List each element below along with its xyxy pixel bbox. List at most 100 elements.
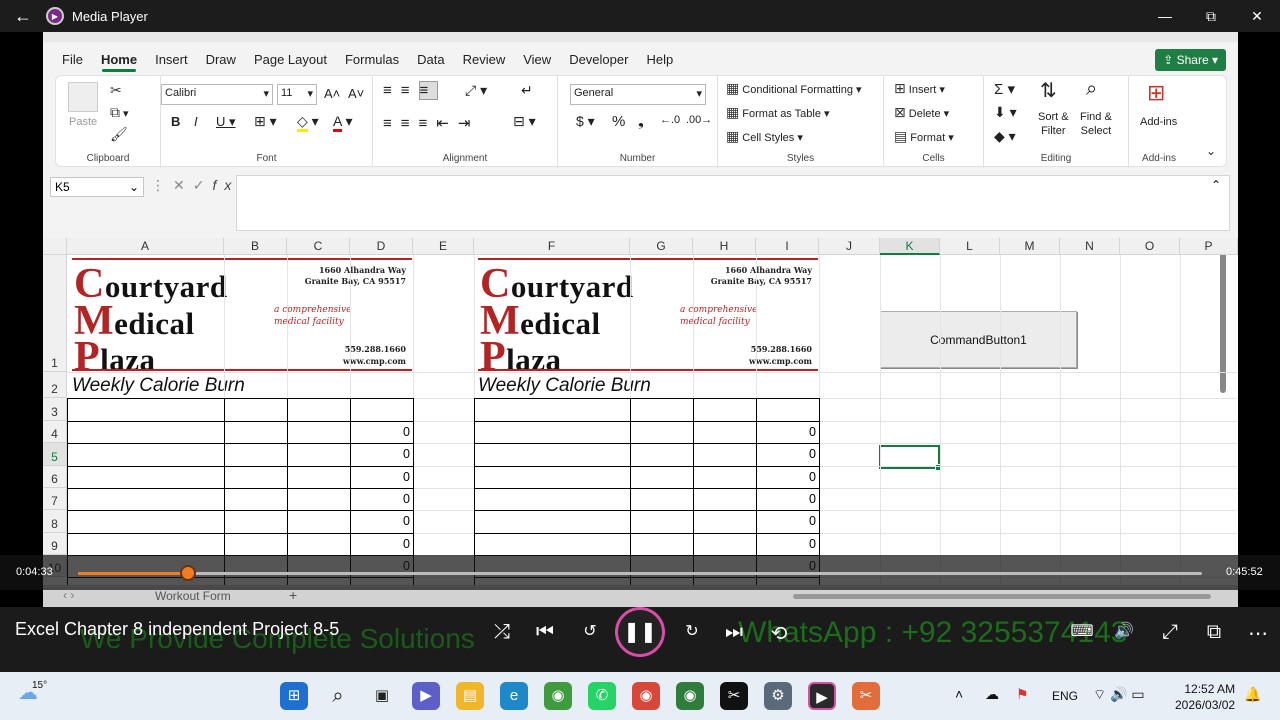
italic-icon[interactable]: I xyxy=(194,114,198,129)
sort-filter-button[interactable]: Sort & Filter xyxy=(1038,110,1069,138)
row-header-4[interactable]: 4 xyxy=(43,421,67,443)
column-header-b[interactable]: B xyxy=(224,238,287,255)
insert-cells-button[interactable]: ⊞ Insert ▾ xyxy=(894,80,945,97)
find-select-button[interactable]: Find & Select xyxy=(1080,110,1112,138)
onedrive-icon[interactable]: ☁ xyxy=(985,686,999,720)
font-size-dropdown[interactable]: 11 ▾ xyxy=(277,84,317,105)
sheet-nav-icons[interactable]: ‹ › xyxy=(63,588,74,602)
paste-icon[interactable] xyxy=(68,82,98,112)
teams-icon[interactable]: ▶ xyxy=(412,682,440,710)
shuffle-icon[interactable]: ⤮ xyxy=(488,621,516,644)
tab-file[interactable]: File xyxy=(53,46,92,74)
increase-font-icon[interactable]: A˄ xyxy=(324,86,340,101)
comma-icon[interactable]: ❟ xyxy=(638,113,644,130)
seek-track[interactable] xyxy=(78,565,1202,581)
whatsapp-icon[interactable]: ✆ xyxy=(588,682,616,710)
column-header-d[interactable]: D xyxy=(350,238,413,255)
notification-bell-icon[interactable]: 🔔 xyxy=(1244,686,1261,720)
clear-icon[interactable]: ◆ ▾ xyxy=(994,128,1016,145)
row-header-6[interactable]: 6 xyxy=(43,466,67,488)
row-header-3[interactable]: 3 xyxy=(43,398,67,421)
tab-review[interactable]: Review xyxy=(454,46,515,74)
wrap-text-icon[interactable]: ↵ xyxy=(521,82,533,99)
column-header-m[interactable]: M xyxy=(1000,238,1060,255)
security-icon[interactable]: ⚑ xyxy=(1016,686,1029,720)
weather-widget[interactable]: ☁ 15° xyxy=(18,680,47,720)
miniplayer-icon[interactable]: ⧉ xyxy=(1200,621,1228,644)
pause-button[interactable]: ❚❚ xyxy=(615,607,665,657)
cut-icon[interactable]: ✂ xyxy=(110,82,122,99)
edge-icon[interactable]: e xyxy=(500,682,528,710)
forward-30-icon[interactable]: ↻ xyxy=(678,621,706,641)
maximize-icon[interactable]: ⧉ xyxy=(1188,0,1234,32)
repeat-icon[interactable]: ⟲ xyxy=(765,621,793,646)
name-box[interactable]: K5 ⌄ xyxy=(50,177,144,197)
volume-icon[interactable]: 🔊 xyxy=(1110,621,1138,641)
merge-center-icon[interactable]: ⊟ ▾ xyxy=(513,113,536,130)
addins-button[interactable]: Add-ins xyxy=(1140,116,1177,128)
decrease-decimal-icon[interactable]: .00→ xyxy=(686,114,712,126)
fill-icon[interactable]: ⬇ ▾ xyxy=(994,104,1017,121)
autosum-icon[interactable]: Σ ▾ xyxy=(994,80,1015,98)
tab-view[interactable]: View xyxy=(514,46,560,74)
column-header-p[interactable]: P xyxy=(1180,238,1238,255)
language-indicator[interactable]: ENG xyxy=(1052,689,1078,720)
column-header-e[interactable]: E xyxy=(413,238,474,255)
media-player-taskbar-icon[interactable]: ▶ xyxy=(808,682,836,710)
bold-icon[interactable]: B xyxy=(171,114,180,129)
video-frame[interactable]: File Home Insert Draw Page Layout Formulas Dat… xyxy=(0,32,1280,607)
tab-draw[interactable]: Draw xyxy=(197,46,245,74)
close-icon[interactable]: ✕ xyxy=(1234,0,1280,32)
wifi-volume-battery-icons[interactable]: ⌔ 🔊 ▭ xyxy=(1093,686,1145,720)
underline-icon[interactable]: U ▾ xyxy=(216,114,236,130)
captions-icon[interactable]: ⌨ xyxy=(1068,621,1096,641)
start-icon[interactable]: ⊞ xyxy=(280,682,308,710)
next-icon[interactable]: ⏭ xyxy=(720,621,748,644)
column-header-i[interactable]: I xyxy=(756,238,819,255)
collapse-ribbon-icon[interactable]: ⌄ xyxy=(1206,144,1216,158)
column-header-c[interactable]: C xyxy=(287,238,350,255)
percent-icon[interactable]: % xyxy=(612,113,625,130)
row-header-7[interactable]: 7 xyxy=(43,488,67,510)
horizontal-scrollbar[interactable] xyxy=(793,594,1211,599)
select-all-corner[interactable] xyxy=(43,238,67,255)
borders-icon[interactable]: ⊞ ▾ xyxy=(254,113,277,130)
column-header-g[interactable]: G xyxy=(630,238,693,255)
row-header-9[interactable]: 9 xyxy=(43,533,67,555)
column-header-k[interactable]: K xyxy=(880,238,940,255)
file-explorer-icon[interactable]: ▤ xyxy=(456,682,484,710)
snipping-tool-icon[interactable]: ✂ xyxy=(852,682,880,710)
vertical-align-icons[interactable]: ≡≡≡ xyxy=(383,81,439,100)
tab-home[interactable]: Home xyxy=(92,46,146,74)
tab-data[interactable]: Data xyxy=(408,46,453,74)
chevron-up-icon[interactable]: ˄ xyxy=(955,686,963,720)
addins-icon[interactable]: ⊞ xyxy=(1147,80,1165,106)
column-header-h[interactable]: H xyxy=(693,238,756,255)
orientation-icon[interactable]: ⤢ ▾ xyxy=(465,82,487,99)
collapse-formula-icon[interactable]: ⌃ xyxy=(1211,178,1221,192)
column-header-n[interactable]: N xyxy=(1060,238,1120,255)
worksheet-grid[interactable]: Courtyard Medical Plaza 1660 Alhandra Wa… xyxy=(43,238,1238,607)
row-header-5[interactable]: 5 xyxy=(43,443,67,466)
column-header-f[interactable]: F xyxy=(474,238,630,255)
chrome-profile-2-icon[interactable]: ◉ xyxy=(676,682,704,710)
conditional-formatting-button[interactable]: ▦ Conditional Formatting ▾ xyxy=(726,80,862,97)
search-icon[interactable]: ⌕ xyxy=(324,682,352,710)
delete-cells-button[interactable]: ⊠ Delete ▾ xyxy=(894,104,949,121)
number-format-dropdown[interactable]: General ▾ xyxy=(570,84,706,105)
fill-color-icon[interactable]: ◇ ▾ xyxy=(297,113,319,132)
capcut-icon[interactable]: ✂ xyxy=(720,682,748,710)
row-header-1[interactable]: 1 xyxy=(43,255,67,372)
column-header-a[interactable]: A xyxy=(67,238,224,255)
back-arrow-icon[interactable]: ← xyxy=(0,6,46,27)
sort-filter-icon[interactable]: ⇅ xyxy=(1040,78,1057,103)
share-button[interactable]: ⇪ Share ▾ xyxy=(1155,49,1226,71)
previous-icon[interactable]: ⏮ xyxy=(531,621,559,644)
horizontal-align-icons[interactable]: ≡≡≡⇤⇥ xyxy=(383,114,479,132)
chrome-profile-icon[interactable]: ◉ xyxy=(632,682,660,710)
tab-insert[interactable]: Insert xyxy=(146,46,197,74)
decrease-font-icon[interactable]: A˅ xyxy=(348,86,364,101)
row-header-2[interactable]: 2 xyxy=(43,372,67,398)
font-color-icon[interactable]: A ▾ xyxy=(333,113,353,132)
column-header-j[interactable]: J xyxy=(819,238,880,255)
